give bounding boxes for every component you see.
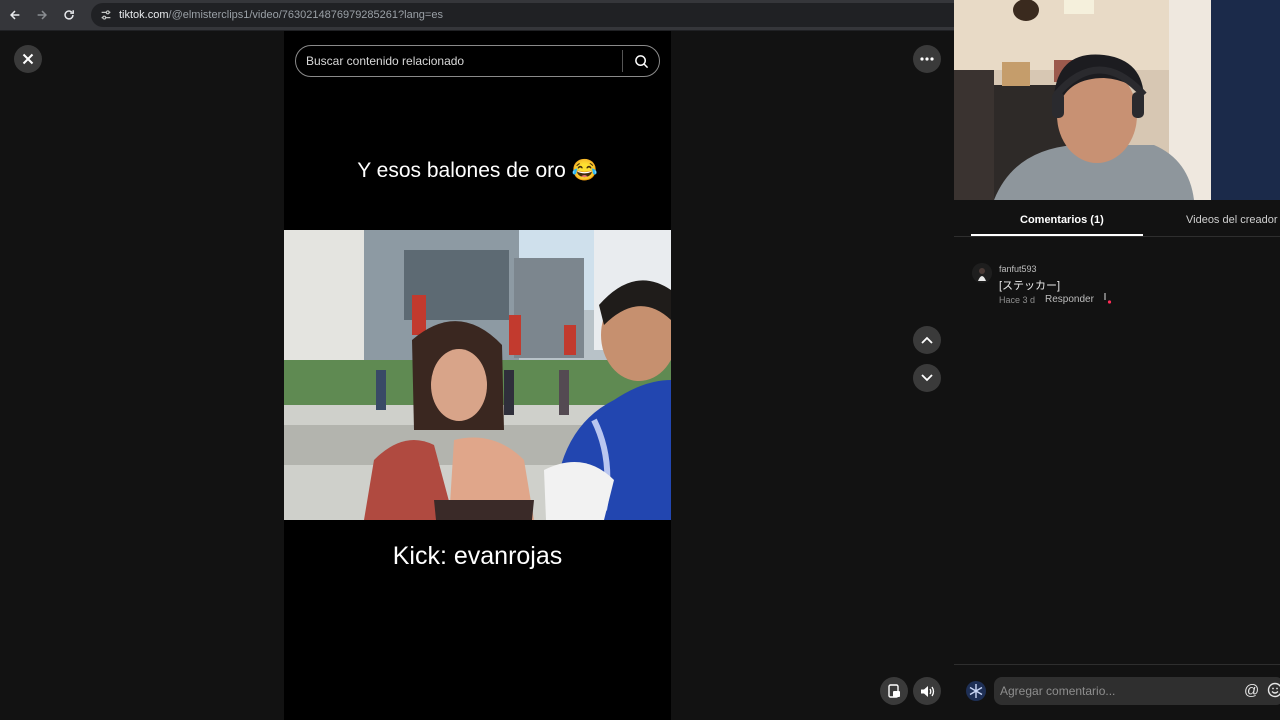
comments-panel: Comentarios (1) Videos del creador fanfu… bbox=[954, 200, 1280, 720]
address-bar[interactable]: tiktok.com/@elmisterclips1/video/7630214… bbox=[91, 3, 954, 27]
search-button[interactable] bbox=[623, 46, 659, 76]
video-page: Y esos balones de oro 😂 bbox=[0, 31, 954, 720]
picture-in-picture-button[interactable] bbox=[880, 677, 908, 705]
mention-button[interactable]: @ bbox=[1244, 682, 1259, 699]
webcam-image bbox=[954, 0, 1280, 200]
avatar-image bbox=[972, 263, 992, 283]
search-input[interactable] bbox=[296, 46, 622, 76]
more-options-button[interactable] bbox=[913, 45, 941, 73]
active-tab-indicator bbox=[971, 234, 1143, 236]
forward-button[interactable] bbox=[30, 3, 54, 27]
comment-input[interactable] bbox=[994, 677, 1280, 705]
emoji-icon[interactable] bbox=[1267, 682, 1280, 698]
video-caption-top: Y esos balones de oro 😂 bbox=[357, 159, 598, 182]
video-caption-bottom: Kick: evanrojas bbox=[392, 542, 563, 570]
url-text: tiktok.com/@elmisterclips1/video/7630214… bbox=[119, 9, 443, 21]
url-path: /@elmisterclips1/video/76302148769792852… bbox=[168, 9, 443, 21]
heart-icon[interactable] bbox=[1102, 292, 1112, 304]
volume-button[interactable] bbox=[913, 677, 941, 705]
search-bar bbox=[295, 45, 660, 77]
video-frame[interactable] bbox=[284, 230, 671, 520]
next-video-button[interactable] bbox=[913, 364, 941, 392]
forward-arrow-icon bbox=[37, 10, 47, 20]
back-arrow-icon bbox=[10, 10, 20, 20]
video-player[interactable]: Y esos balones de oro 😂 bbox=[284, 31, 671, 720]
reload-button[interactable] bbox=[57, 3, 81, 27]
tab-comments[interactable]: Comentarios (1) bbox=[1020, 214, 1104, 226]
more-icon bbox=[920, 57, 934, 61]
chevron-up-icon bbox=[921, 336, 933, 344]
webcam-overlay bbox=[954, 0, 1280, 200]
browser-toolbar: tiktok.com/@elmisterclips1/video/7630214… bbox=[0, 0, 954, 31]
panel-tabs: Comentarios (1) Videos del creador bbox=[954, 200, 1280, 237]
snowflake-icon bbox=[966, 681, 986, 701]
comment-avatar[interactable] bbox=[972, 263, 992, 283]
chevron-down-icon bbox=[921, 374, 933, 382]
pip-icon bbox=[887, 684, 900, 698]
reply-button[interactable]: Responder bbox=[1045, 294, 1094, 305]
comment-compose-bar: @ bbox=[954, 664, 1280, 720]
tab-creator-videos[interactable]: Videos del creador bbox=[1186, 214, 1278, 226]
back-button[interactable] bbox=[3, 3, 27, 27]
comment-username[interactable]: fanfut593 bbox=[999, 264, 1037, 274]
close-icon bbox=[22, 53, 34, 65]
volume-icon bbox=[920, 685, 934, 697]
site-settings-icon[interactable] bbox=[99, 8, 113, 22]
close-button[interactable] bbox=[14, 45, 42, 73]
search-icon bbox=[634, 54, 648, 68]
comment-time: Hace 3 d bbox=[999, 295, 1036, 305]
video-scene-image bbox=[284, 230, 671, 520]
url-domain: tiktok.com bbox=[119, 9, 169, 21]
comment-text: [ステッカー] bbox=[999, 280, 1061, 292]
reload-icon bbox=[64, 10, 74, 20]
previous-video-button[interactable] bbox=[913, 326, 941, 354]
